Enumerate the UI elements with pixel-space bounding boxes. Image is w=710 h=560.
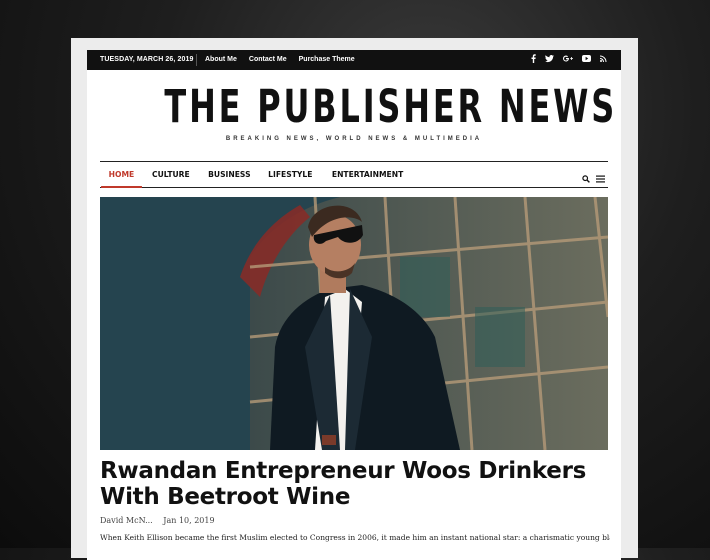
twitter-icon[interactable] bbox=[545, 54, 554, 63]
site-title[interactable]: THE PUBLISHER NEWS bbox=[164, 81, 614, 133]
search-icon[interactable] bbox=[582, 170, 590, 188]
article-excerpt: When Keith Ellison became the first Musl… bbox=[100, 533, 610, 542]
social-links bbox=[531, 54, 607, 63]
purchase-theme-link[interactable]: Purchase Theme bbox=[299, 56, 355, 63]
top-bar: TUESDAY, MARCH 26, 2019 About Me Contact… bbox=[87, 50, 621, 70]
nav-item-lifestyle[interactable]: LIFESTYLE bbox=[261, 162, 320, 187]
article-title[interactable]: Rwandan Entrepreneur Woos Drinkers With … bbox=[100, 458, 610, 510]
google-plus-icon[interactable] bbox=[563, 55, 573, 62]
contact-me-link[interactable]: Contact Me bbox=[249, 56, 287, 63]
nav-item-culture[interactable]: CULTURE bbox=[144, 162, 197, 187]
top-links: About Me Contact Me Purchase Theme bbox=[205, 56, 355, 63]
featured-image[interactable] bbox=[100, 197, 608, 450]
divider bbox=[196, 54, 197, 66]
current-date: TUESDAY, MARCH 26, 2019 bbox=[100, 56, 194, 63]
about-me-link[interactable]: About Me bbox=[205, 56, 237, 63]
menu-icon[interactable] bbox=[596, 170, 605, 188]
site-tagline: BREAKING NEWS, WORLD NEWS & MULTIMEDIA bbox=[225, 136, 483, 142]
facebook-icon[interactable] bbox=[531, 54, 536, 63]
article-author[interactable]: David McN... bbox=[100, 516, 153, 525]
article-meta: David McN... Jan 10, 2019 bbox=[100, 516, 215, 525]
website-page: TUESDAY, MARCH 26, 2019 About Me Contact… bbox=[87, 50, 621, 560]
nav-item-home[interactable]: HOME bbox=[101, 162, 142, 188]
nav-item-entertainment[interactable]: ENTERTAINMENT bbox=[324, 162, 411, 187]
main-navigation: HOME CULTURE BUSINESS LIFESTYLE ENTERTAI… bbox=[100, 161, 608, 188]
rss-icon[interactable] bbox=[600, 55, 607, 62]
nav-item-business[interactable]: BUSINESS bbox=[200, 162, 258, 187]
article-date: Jan 10, 2019 bbox=[163, 516, 215, 525]
youtube-icon[interactable] bbox=[582, 55, 591, 62]
